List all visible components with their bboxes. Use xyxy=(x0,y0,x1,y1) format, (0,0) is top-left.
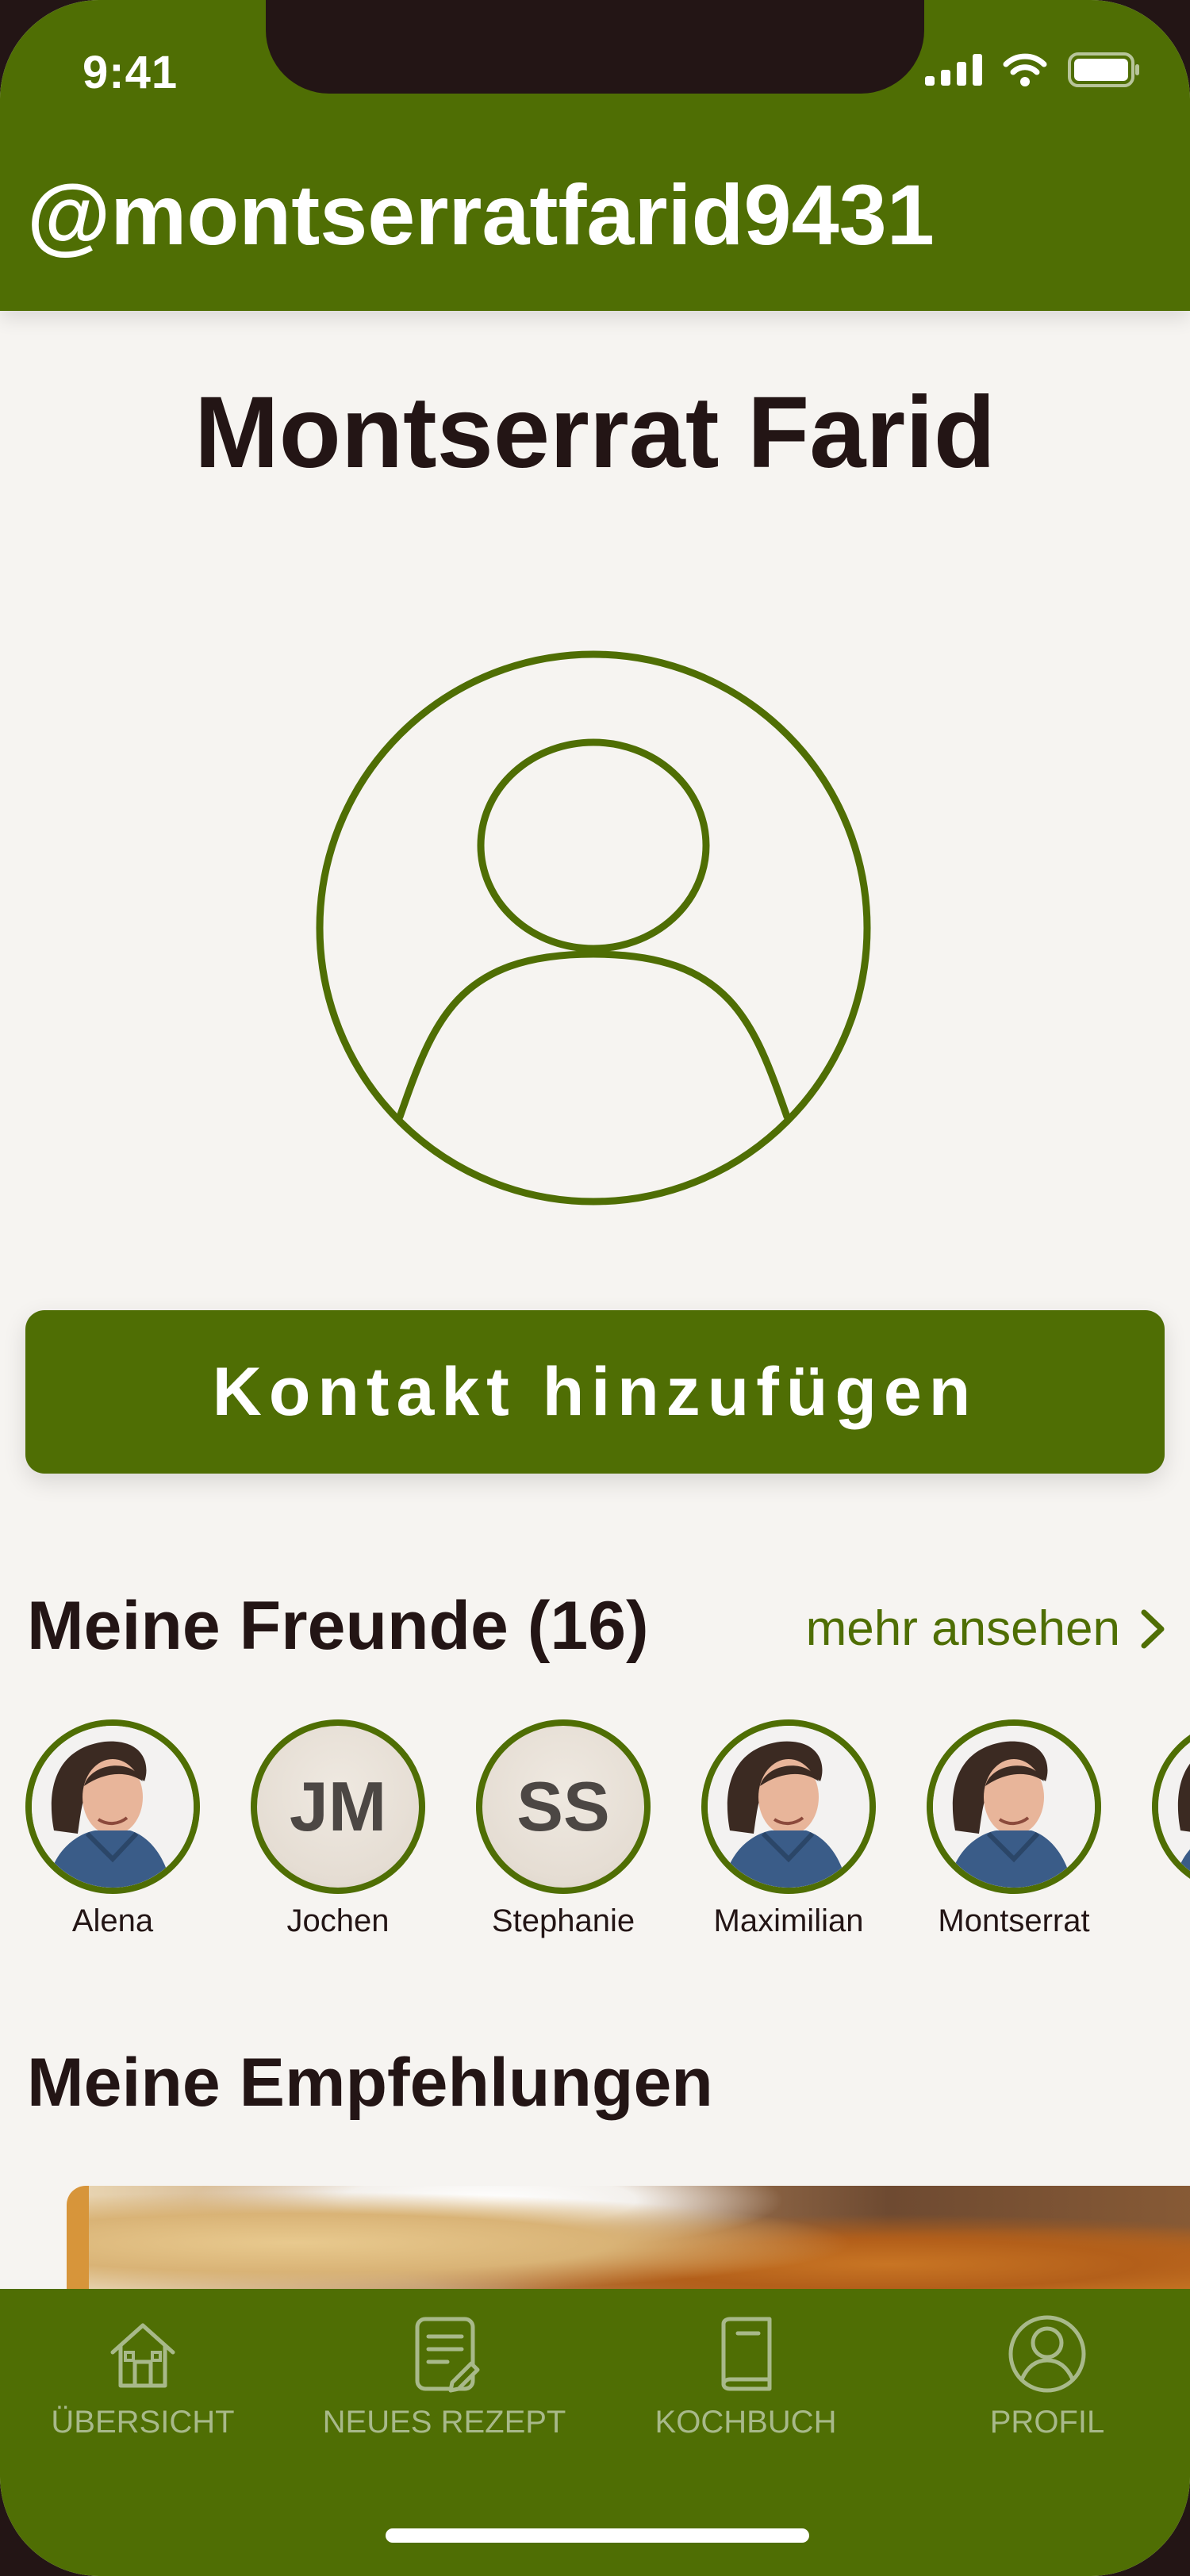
friends-section-title: Meine Freunde (16) xyxy=(27,1588,649,1664)
status-time: 9:41 xyxy=(83,47,178,98)
avatar-initials: SS xyxy=(516,1767,610,1846)
friend-item-montserrat[interactable]: Montserrat xyxy=(919,1719,1109,1940)
see-more-link[interactable]: mehr ansehen xyxy=(806,1599,1166,1659)
avatar: SS xyxy=(476,1719,651,1894)
top-bar: 9:41 @montserratfarid9431 xyxy=(0,0,1190,311)
tab-profil[interactable]: PROFIL xyxy=(968,2313,1127,2441)
tab-label: PROFIL xyxy=(989,2405,1105,2440)
friend-name: Maximilian xyxy=(713,1903,864,1938)
tab-label: NEUES REZEPT xyxy=(322,2405,566,2440)
device-notch xyxy=(266,0,924,94)
avatar-photo xyxy=(708,1726,869,1888)
cookbook-icon xyxy=(721,2317,772,2391)
tab-neues-rezept[interactable]: NEUES REZEPT xyxy=(317,2313,571,2441)
status-icons xyxy=(925,52,1141,87)
new-recipe-icon xyxy=(415,2317,480,2393)
avatar-initials: JM xyxy=(289,1767,387,1846)
cellular-signal-icon xyxy=(925,54,982,86)
profile-icon xyxy=(1008,2315,1086,2393)
avatar xyxy=(25,1719,200,1894)
friend-name: Alena xyxy=(71,1903,154,1938)
avatar: JM xyxy=(251,1719,425,1894)
friend-item-stephanie[interactable]: SS Stephanie xyxy=(468,1719,658,1940)
home-indicator[interactable] xyxy=(386,2528,809,2543)
friends-list: Alena JM Jochen SS Stephanie Maximilian … xyxy=(25,1719,1190,1957)
avatar xyxy=(701,1719,876,1894)
avatar-photo xyxy=(32,1726,194,1888)
friend-name: Jochen xyxy=(286,1903,390,1938)
home-icon xyxy=(110,2323,175,2388)
battery-icon xyxy=(1068,52,1139,87)
avatar-photo xyxy=(1158,1726,1190,1888)
recommendations-section-title: Meine Empfehlungen xyxy=(27,2045,713,2121)
avatar-photo xyxy=(933,1726,1095,1888)
chevron-right-icon xyxy=(1141,1609,1165,1649)
friend-item-maximilian[interactable]: Maximilian xyxy=(693,1719,884,1940)
tab-label: KOCHBUCH xyxy=(654,2405,837,2440)
avatar xyxy=(1152,1719,1190,1894)
app-screen: 9:41 @montserratfarid9431 Montserrat Far… xyxy=(0,0,1190,2576)
friend-name: Stephanie xyxy=(491,1903,635,1938)
tab-label: ÜBERSICHT xyxy=(51,2405,235,2440)
friend-item-partial[interactable] xyxy=(1144,1719,1190,1894)
tab-kochbuch[interactable]: KOCHBUCH xyxy=(643,2313,849,2441)
tab-uebersicht[interactable]: ÜBERSICHT xyxy=(43,2313,243,2441)
username-title: @montserratfarid9431 xyxy=(27,167,935,263)
friend-item-jochen[interactable]: JM Jochen xyxy=(243,1719,433,1940)
friend-item-alena[interactable]: Alena xyxy=(25,1719,208,1940)
wifi-icon xyxy=(1003,53,1047,86)
user-circle-icon[interactable] xyxy=(314,649,873,1207)
add-contact-button[interactable]: Kontakt hinzufügen xyxy=(25,1310,1165,1474)
see-more-label: mehr ansehen xyxy=(805,1601,1120,1656)
profile-name: Montserrat Farid xyxy=(194,376,996,489)
friend-name: Montserrat xyxy=(938,1903,1090,1938)
avatar xyxy=(927,1719,1101,1894)
